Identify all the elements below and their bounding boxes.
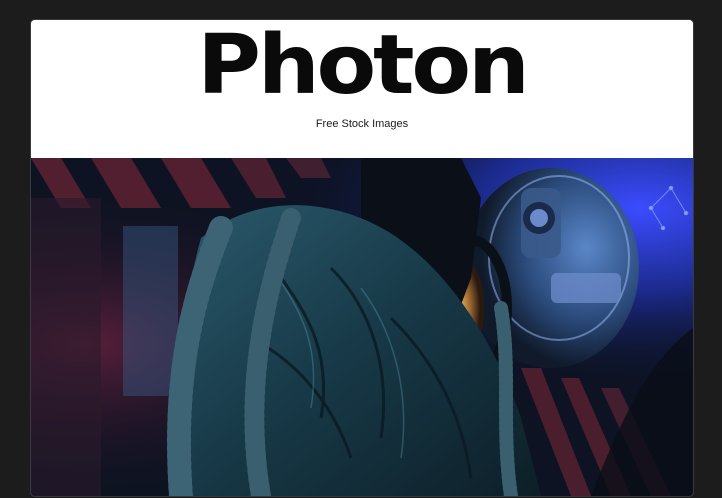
site-header: Photon Free Stock Images [31, 20, 693, 158]
page-frame: Photon Free Stock Images [30, 19, 694, 497]
logo[interactable]: Photon [31, 22, 693, 110]
tagline: Free Stock Images [315, 118, 409, 130]
astronaut-photo [31, 158, 693, 496]
hero-image [31, 158, 693, 496]
